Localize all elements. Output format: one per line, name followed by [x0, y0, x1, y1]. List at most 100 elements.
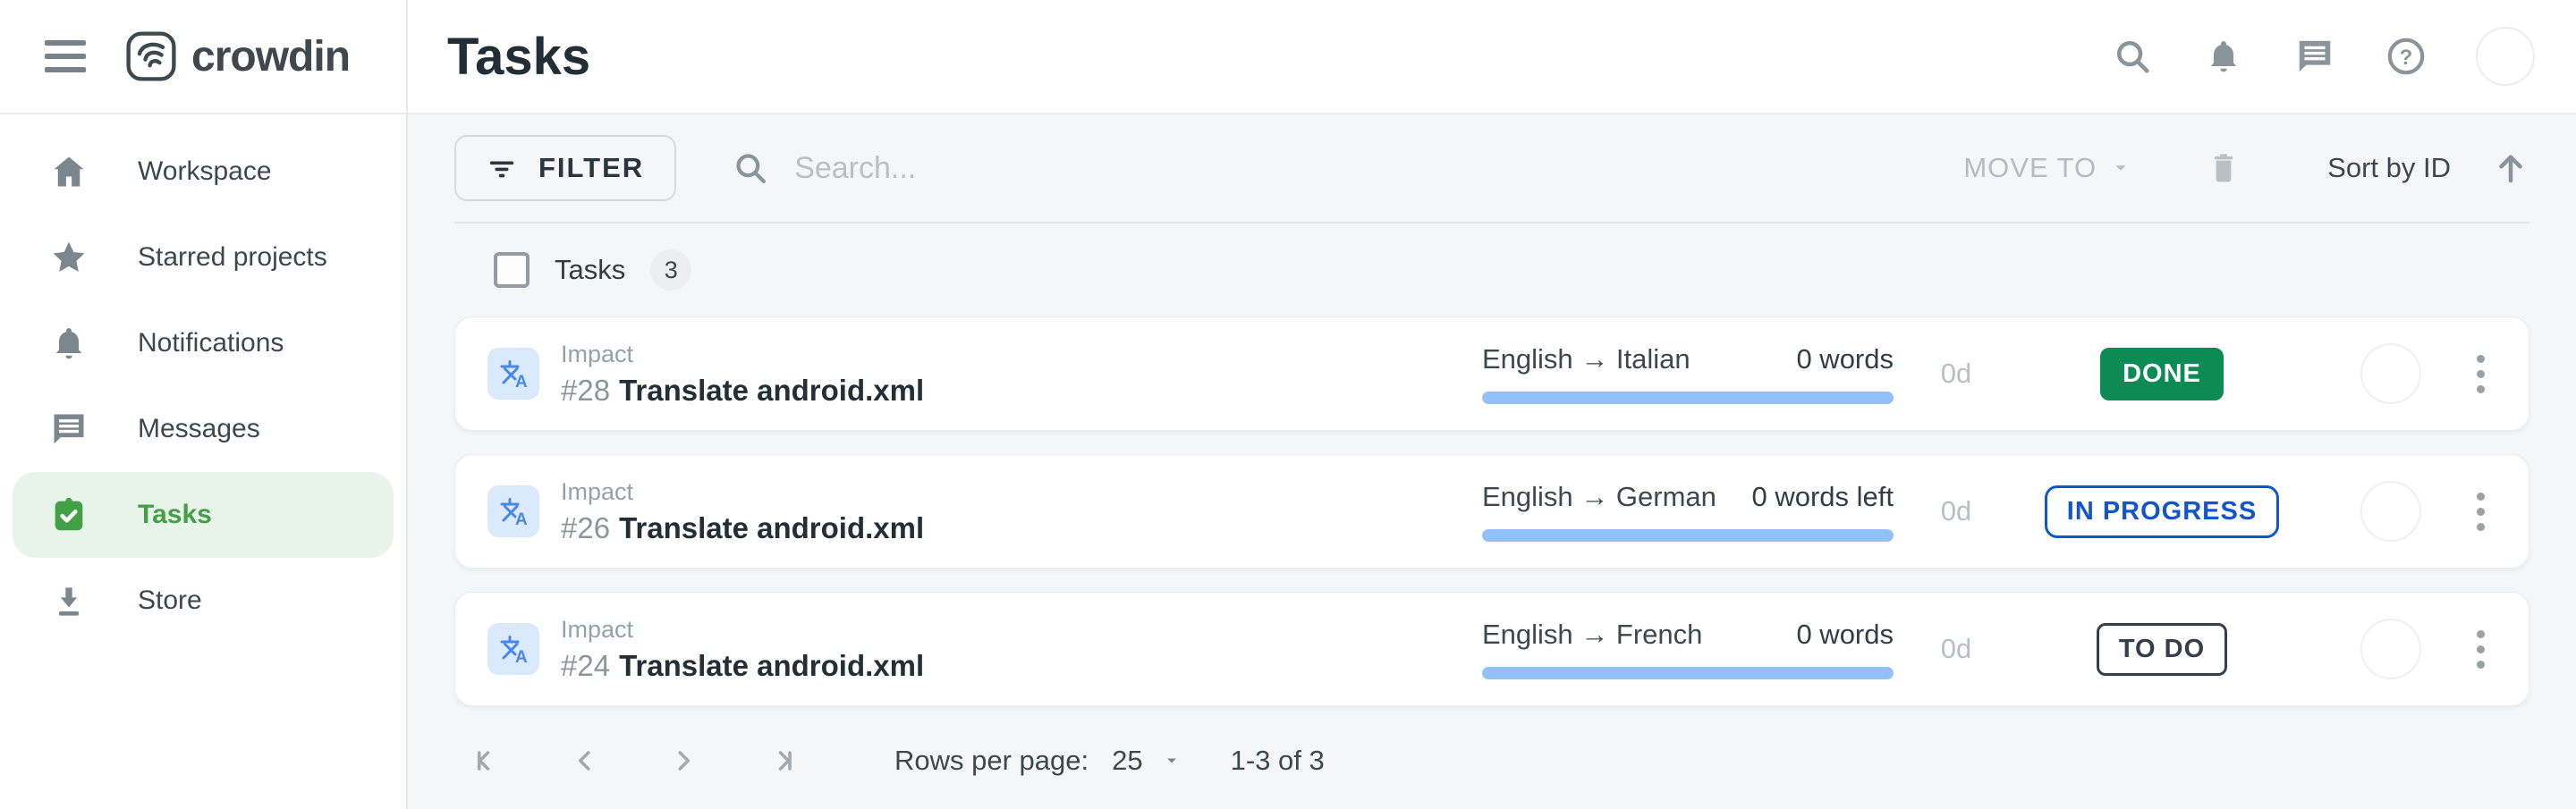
sidebar-item-store[interactable]: Store	[13, 558, 394, 644]
pagination-range: 1-3 of 3	[1231, 745, 1325, 777]
task-list: A Impact #28 Translate android.xml Englis…	[454, 316, 2529, 706]
svg-text:?: ?	[2400, 46, 2413, 70]
assignee-avatar[interactable]	[2362, 345, 2419, 402]
progress-bar-fill	[1482, 392, 1894, 404]
svg-text:A: A	[515, 373, 528, 392]
list-header: Tasks 3	[454, 223, 2529, 316]
crowdin-logo-icon	[125, 30, 177, 82]
task-row[interactable]: A Impact #24 Translate android.xml Englis…	[454, 592, 2529, 706]
tasks-toolbar: FILTER MOVE TO Sort by ID	[454, 114, 2529, 223]
task-duration: 0d	[1894, 633, 2019, 665]
words-count: 0 words	[1796, 343, 1894, 375]
task-text: Impact #26Translate android.xml	[561, 478, 1482, 545]
content: FILTER MOVE TO Sort by ID	[408, 114, 2576, 809]
search-icon	[732, 149, 769, 187]
task-text: Impact #24 Translate android.xml	[561, 616, 1482, 683]
svg-text:A: A	[515, 510, 528, 529]
task-id: #26	[561, 511, 610, 544]
delete-trash-icon[interactable]	[2206, 150, 2241, 186]
language-pair: English → French	[1482, 619, 1702, 651]
previous-page-button[interactable]	[564, 739, 606, 782]
sidebar-item-label: Notifications	[138, 328, 284, 358]
sidebar-item-tasks[interactable]: Tasks	[13, 472, 394, 558]
status-badge[interactable]: IN PROGRESS	[2045, 485, 2279, 538]
store-download-icon	[48, 580, 89, 621]
topbar-icons: ?	[2111, 27, 2535, 86]
task-row[interactable]: A Impact #28Translate android.xml Englis…	[454, 316, 2529, 431]
page-title: Tasks	[447, 27, 590, 87]
first-page-button[interactable]	[465, 739, 508, 782]
task-row[interactable]: A Impact #26Translate android.xml Englis…	[454, 454, 2529, 569]
sidebar-item-label: Store	[138, 586, 202, 616]
task-id: #24	[561, 649, 610, 682]
move-to-button[interactable]: MOVE TO	[1963, 152, 2131, 184]
row-menu-kebab-icon[interactable]	[2459, 485, 2502, 538]
select-all-checkbox[interactable]	[494, 252, 530, 288]
search-icon[interactable]	[2111, 35, 2154, 78]
next-page-button[interactable]	[662, 739, 705, 782]
help-icon[interactable]: ?	[2385, 35, 2428, 78]
sidebar-item-workspace[interactable]: Workspace	[13, 129, 394, 215]
tasks-count-badge: 3	[650, 249, 691, 291]
project-name: Impact	[561, 478, 1482, 506]
home-icon	[48, 151, 89, 192]
sort-direction-arrow-icon[interactable]	[2492, 149, 2529, 187]
language-progress: English → German 0 words left	[1482, 481, 1894, 542]
chevron-down-icon	[2111, 158, 2131, 178]
search-box	[732, 149, 1963, 187]
rows-per-page-select[interactable]: 25	[1112, 745, 1180, 777]
sidebar-item-label: Starred projects	[138, 242, 327, 273]
task-title: Translate android.xml	[619, 649, 924, 682]
topbar: Tasks ?	[408, 0, 2576, 114]
progress-bar	[1482, 529, 1894, 542]
translate-icon: A	[487, 348, 539, 400]
sidebar-item-label: Workspace	[138, 156, 272, 187]
search-input[interactable]	[794, 151, 1420, 186]
bell-icon	[48, 323, 89, 364]
sidebar-item-label: Messages	[138, 414, 260, 444]
crowdin-logo[interactable]: crowdin	[125, 30, 350, 82]
progress-bar	[1482, 392, 1894, 404]
row-menu-kebab-icon[interactable]	[2459, 623, 2502, 676]
notifications-bell-icon[interactable]	[2202, 35, 2245, 78]
progress-bar-fill	[1482, 529, 1894, 542]
translate-icon: A	[487, 623, 539, 675]
pagination: Rows per page: 25 1-3 of 3	[454, 721, 2529, 801]
translate-icon: A	[487, 485, 539, 537]
words-count: 0 words left	[1751, 481, 1894, 513]
main-area: Tasks ?	[408, 0, 2576, 809]
language-progress: English → French 0 words	[1482, 619, 1894, 679]
hamburger-menu-icon[interactable]	[45, 40, 86, 72]
sidebar-item-starred-projects[interactable]: Starred projects	[13, 215, 394, 300]
sidebar-item-messages[interactable]: Messages	[13, 386, 394, 472]
sort-by-button[interactable]: Sort by ID	[2327, 152, 2451, 184]
assignee-avatar[interactable]	[2362, 620, 2419, 678]
words-count: 0 words	[1796, 619, 1894, 651]
sidebar-item-notifications[interactable]: Notifications	[13, 300, 394, 386]
sidebar-nav: Workspace Starred projects Notifications…	[0, 114, 406, 644]
filter-icon	[487, 153, 517, 183]
progress-bar	[1482, 667, 1894, 679]
filter-button[interactable]: FILTER	[454, 135, 676, 201]
language-progress: English → Italian 0 words	[1482, 343, 1894, 404]
filter-button-label: FILTER	[538, 152, 644, 184]
move-to-label: MOVE TO	[1963, 152, 2097, 184]
last-page-button[interactable]	[760, 739, 803, 782]
status-badge[interactable]: TO DO	[2097, 623, 2227, 676]
svg-text:A: A	[515, 648, 528, 667]
project-name: Impact	[561, 341, 1482, 368]
sidebar-header: crowdin	[0, 0, 406, 114]
assignee-avatar[interactable]	[2362, 483, 2419, 540]
project-name: Impact	[561, 616, 1482, 644]
rows-per-page-label: Rows per page:	[894, 745, 1089, 777]
task-id: #28	[561, 374, 610, 407]
row-menu-kebab-icon[interactable]	[2459, 348, 2502, 400]
status-badge[interactable]: DONE	[2100, 348, 2224, 400]
language-pair: English → Italian	[1482, 343, 1690, 375]
sidebar-item-label: Tasks	[138, 500, 212, 530]
user-avatar[interactable]	[2476, 27, 2535, 86]
messages-chat-icon[interactable]	[2293, 35, 2336, 78]
toolbar-right: MOVE TO Sort by ID	[1963, 149, 2529, 187]
list-header-label: Tasks	[555, 254, 625, 286]
star-icon	[48, 237, 89, 278]
